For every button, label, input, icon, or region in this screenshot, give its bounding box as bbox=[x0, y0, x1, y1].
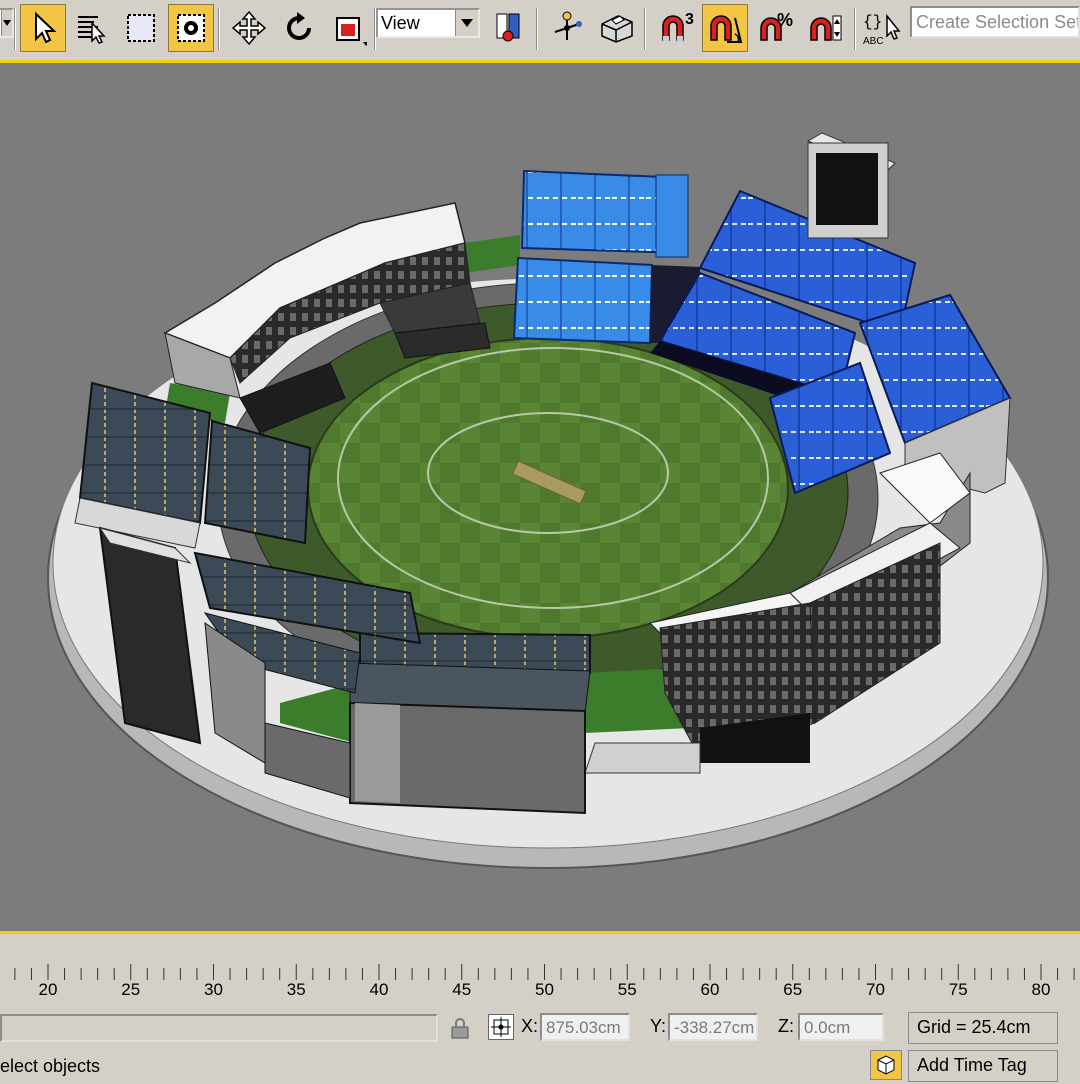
time-slider-track[interactable]: 20 25 30 35 40 45 50 55 60 65 70 75 80 bbox=[0, 934, 1080, 1010]
rectangular-selection-icon[interactable] bbox=[118, 4, 164, 52]
x-coordinate-field[interactable]: 875.03cm bbox=[540, 1013, 630, 1041]
absolute-mode-transform-icon[interactable] bbox=[488, 1014, 514, 1040]
timeline-tick-label: 30 bbox=[204, 980, 223, 999]
timeline-tick-label: 70 bbox=[866, 980, 885, 999]
reference-coordinate-dropdown[interactable]: View bbox=[376, 8, 480, 38]
select-object-icon[interactable] bbox=[20, 4, 66, 52]
perspective-viewport[interactable] bbox=[0, 60, 1080, 934]
percent-symbol: % bbox=[777, 10, 793, 30]
reference-coordinate-value: View bbox=[381, 12, 420, 33]
timeline-tick-label: 55 bbox=[617, 980, 637, 999]
svg-text:ABC: ABC bbox=[863, 36, 884, 47]
status-prompt: elect objects bbox=[0, 1056, 101, 1076]
select-by-name-icon[interactable] bbox=[68, 4, 114, 52]
timeline-tick-label: 25 bbox=[121, 980, 141, 999]
timeline-tick-label: 35 bbox=[286, 980, 306, 999]
snap-superscript: 3 bbox=[685, 11, 694, 28]
use-pivot-center-icon[interactable] bbox=[486, 4, 532, 52]
timeline-tick-label: 40 bbox=[369, 980, 389, 999]
time-tag-icon[interactable] bbox=[870, 1050, 902, 1080]
chevron-down-icon bbox=[455, 10, 478, 36]
angle-snap-icon[interactable] bbox=[702, 4, 748, 52]
keyboard-shortcut-icon[interactable] bbox=[594, 4, 640, 52]
previous-dropdown-stub[interactable] bbox=[0, 8, 14, 38]
add-time-tag-button[interactable]: Add Time Tag bbox=[908, 1050, 1058, 1082]
y-coordinate-label: Y: bbox=[650, 1016, 667, 1036]
snaps-toggle-icon[interactable]: 3 bbox=[652, 4, 698, 52]
spinner-snap-icon[interactable] bbox=[802, 4, 848, 52]
timeline-tick-label: 75 bbox=[948, 980, 968, 999]
percent-snap-icon[interactable]: % bbox=[752, 4, 798, 52]
stadium-model bbox=[47, 132, 1049, 869]
main-toolbar: View 3 % {} ABC Create Selection Set bbox=[0, 0, 1080, 60]
timeline-tick-label: 65 bbox=[783, 980, 803, 999]
z-coordinate-label: Z: bbox=[778, 1016, 794, 1036]
window-crossing-icon[interactable] bbox=[168, 4, 214, 52]
grid-size-display: Grid = 25.4cm bbox=[908, 1012, 1058, 1044]
timeline-tick-label: 60 bbox=[700, 980, 720, 999]
move-icon[interactable] bbox=[226, 4, 272, 52]
edit-named-selection-icon[interactable]: {} ABC bbox=[860, 4, 906, 52]
status-bar: X: 875.03cm Y: -338.27cm Z: 0.0cm Grid =… bbox=[0, 1010, 1080, 1082]
maxscript-listener-field[interactable] bbox=[0, 1014, 438, 1042]
timeline-tick-label: 80 bbox=[1031, 980, 1051, 999]
x-coordinate-label: X: bbox=[521, 1016, 539, 1036]
timeline-tick-label: 45 bbox=[452, 980, 472, 999]
svg-text:{}: {} bbox=[863, 13, 882, 31]
select-manipulate-icon[interactable] bbox=[544, 4, 590, 52]
z-coordinate-field[interactable]: 0.0cm bbox=[798, 1013, 884, 1041]
timeline-tick-label: 20 bbox=[38, 980, 58, 999]
rotate-icon[interactable] bbox=[276, 4, 322, 52]
scale-icon[interactable] bbox=[326, 4, 372, 52]
create-selection-set-field[interactable]: Create Selection Set bbox=[910, 6, 1080, 38]
timeline-tick-label: 50 bbox=[535, 980, 554, 999]
y-coordinate-field[interactable]: -338.27cm bbox=[668, 1013, 758, 1041]
selection-lock-icon[interactable] bbox=[448, 1016, 472, 1040]
